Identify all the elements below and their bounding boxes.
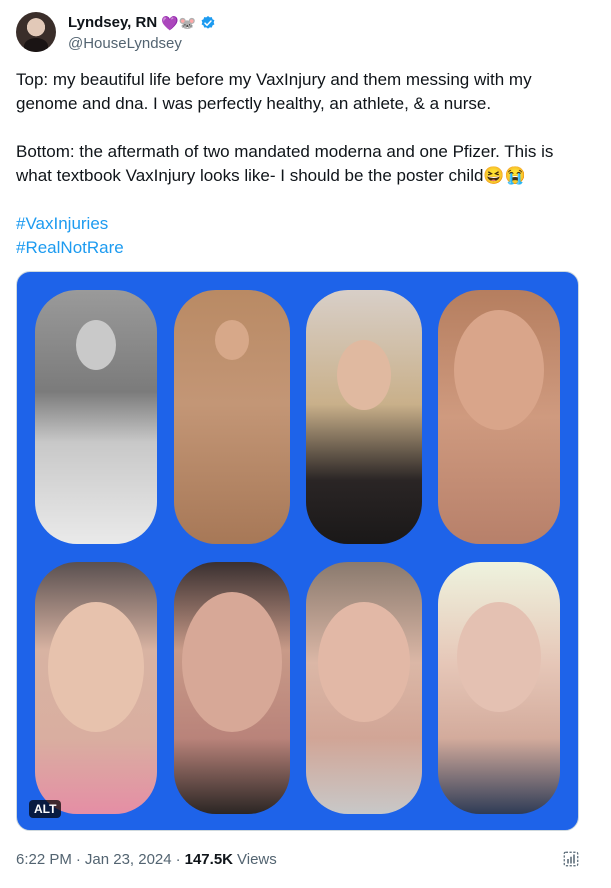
author-name[interactable]: Lyndsey, RN <box>68 14 157 31</box>
meta-separator: · <box>175 851 181 868</box>
tweet-text: Top: my beautiful life before my VaxInju… <box>16 68 586 260</box>
avatar[interactable] <box>16 12 56 52</box>
tweet-media-image[interactable]: ALT <box>16 271 579 831</box>
hashtag-vaxinjuries[interactable]: #VaxInjuries <box>16 212 586 236</box>
views-count: 147.5K <box>184 851 233 868</box>
photo-after-3 <box>306 562 422 814</box>
analytics-icon[interactable] <box>562 850 580 868</box>
tweet-paragraph-2: Bottom: the aftermath of two mandated mo… <box>16 142 554 185</box>
tweet-meta: 6:22 PM · Jan 23, 2024 · 147.5K Views <box>16 851 277 868</box>
photo-softball-player <box>174 290 290 544</box>
photo-wedding-dress <box>35 290 157 544</box>
tweet-paragraph-1: Top: my beautiful life before my VaxInju… <box>16 70 532 113</box>
photo-after-1 <box>35 562 157 814</box>
tweet-date[interactable]: Jan 23, 2024 <box>85 851 172 868</box>
photo-after-4 <box>438 562 560 814</box>
author-name-row: Lyndsey, RN 💜🐭 <box>68 14 216 31</box>
photo-blonde-selfie <box>306 290 422 544</box>
photo-after-2 <box>174 562 290 814</box>
hashtag-realnotrare[interactable]: #RealNotRare <box>16 236 586 260</box>
tweet-time[interactable]: 6:22 PM <box>16 851 72 868</box>
meta-separator: · <box>75 851 81 868</box>
author-emojis: 💜🐭 <box>161 14 197 31</box>
views-label: Views <box>237 851 277 868</box>
verified-badge-icon <box>201 15 215 29</box>
alt-text-badge[interactable]: ALT <box>29 800 62 818</box>
photo-engagement-ring <box>438 290 560 544</box>
author-handle[interactable]: @HouseLyndsey <box>68 35 182 52</box>
